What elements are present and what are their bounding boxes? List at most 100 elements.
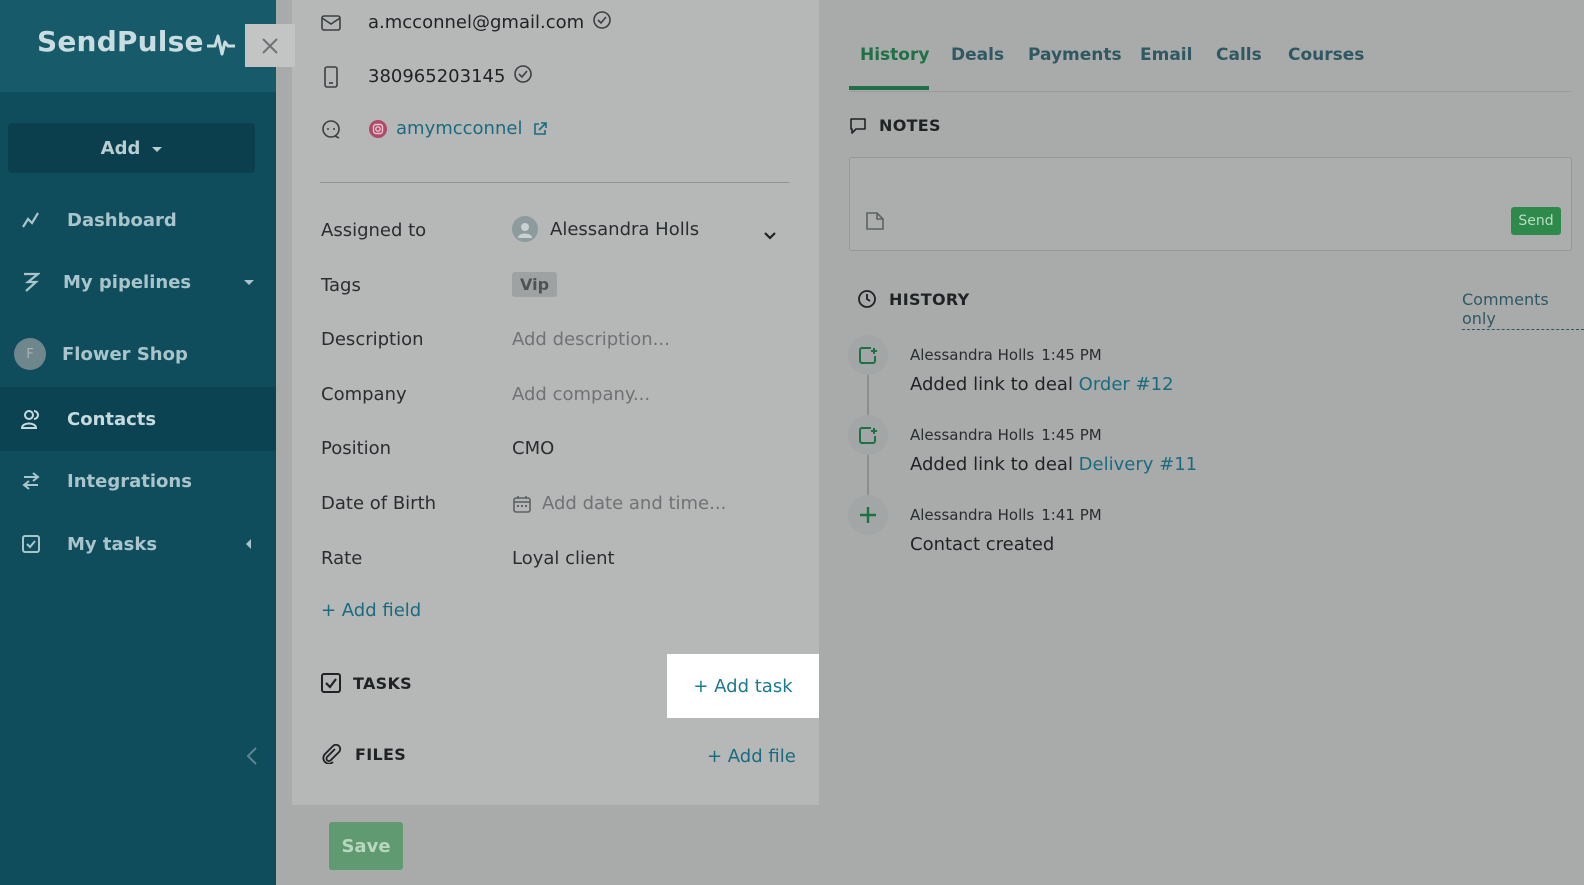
plus-icon [848, 495, 888, 535]
dob-placeholder: Add date and time... [542, 493, 727, 514]
notes-input[interactable]: Send [849, 157, 1572, 251]
tab-courses[interactable]: Courses [1288, 45, 1364, 65]
history-user: Alessandra Holls [910, 506, 1035, 524]
collapse-sidebar-icon[interactable] [246, 746, 258, 770]
contact-email[interactable]: a.mcconnel@gmail.com [368, 12, 584, 33]
checkbox-icon [20, 533, 42, 555]
position-label: Position [321, 438, 392, 459]
history-entry-text: Contact created [910, 534, 1054, 555]
verified-check-icon [513, 64, 533, 89]
sidebar-item-integrations[interactable]: Integrations [0, 449, 276, 513]
logo-text: SendPulse [37, 25, 204, 58]
sidebar-item-contacts[interactable]: Contacts [0, 387, 276, 451]
clock-icon [857, 289, 877, 309]
assigned-label: Assigned to [321, 220, 427, 241]
pulse-icon [206, 34, 235, 55]
avatar [512, 216, 538, 242]
chart-line-icon [20, 209, 42, 231]
history-entry-meta: Alessandra Holls 1:41 PM [910, 506, 1102, 524]
send-button[interactable]: Send [1511, 207, 1561, 235]
sidebar-item-label: Contacts [67, 408, 157, 430]
history-text: Added link to deal [910, 454, 1079, 475]
tasks-section-title: TASKS [321, 673, 412, 693]
tags-label: Tags [321, 275, 361, 296]
tasks-title: TASKS [353, 673, 412, 693]
contact-phone[interactable]: 380965203145 [368, 66, 505, 87]
sidebar-item-dashboard[interactable]: Dashboard [0, 188, 276, 252]
avatar: F [14, 338, 46, 370]
add-button-label: Add [100, 137, 141, 159]
deal-link[interactable]: Delivery #11 [1079, 454, 1197, 475]
description-field[interactable]: Add description... [512, 329, 670, 350]
add-task-button[interactable]: + Add task [667, 654, 819, 718]
dob-field[interactable]: Add date and time... [512, 493, 726, 514]
chat-icon [320, 119, 342, 139]
external-link-icon[interactable] [532, 121, 548, 137]
instagram-icon [368, 119, 388, 139]
history-text: Added link to deal [910, 374, 1079, 395]
instagram-link[interactable]: amymcconnel [396, 118, 522, 139]
caret-down-icon [152, 146, 163, 152]
sidebar-header: SendPulse [0, 0, 276, 92]
add-file-link[interactable]: + Add file [707, 746, 796, 767]
files-title: FILES [355, 744, 407, 764]
tags-value[interactable]: Vip [512, 272, 558, 297]
deal-link[interactable]: Order #12 [1079, 374, 1174, 395]
tab-payments[interactable]: Payments [1028, 45, 1122, 65]
assigned-select[interactable]: Alessandra Holls [512, 216, 699, 242]
sidebar: SendPulse Add Dashboard My pipelines F F… [0, 0, 276, 885]
history-entry-text: Added link to deal Order #12 [910, 374, 1174, 395]
arrows-swap-icon [20, 470, 42, 492]
phone-icon [320, 65, 342, 88]
sendpulse-logo[interactable]: SendPulse [37, 25, 236, 58]
assigned-user: Alessandra Holls [550, 218, 700, 240]
tab-calls[interactable]: Calls [1216, 45, 1262, 65]
close-icon [262, 37, 278, 54]
sidebar-item-label: Flower Shop [62, 343, 188, 365]
deal-link-icon [848, 415, 888, 455]
mail-icon [320, 14, 342, 31]
history-entry-text: Added link to deal Delivery #11 [910, 454, 1197, 475]
pipeline-icon [20, 271, 42, 293]
comment-icon [849, 117, 867, 135]
history-time: 1:41 PM [1041, 506, 1102, 524]
add-button[interactable]: Add [8, 123, 255, 173]
contacts-icon [20, 408, 42, 430]
add-field-link[interactable]: + Add field [321, 600, 421, 621]
chevron-down-icon[interactable] [762, 227, 778, 246]
history-user: Alessandra Holls [910, 426, 1035, 444]
company-label: Company [321, 384, 407, 405]
paperclip-icon [321, 744, 343, 764]
tag-chip[interactable]: Vip [512, 272, 558, 297]
rate-label: Rate [321, 548, 363, 569]
contact-messenger-row: amymcconnel [320, 118, 548, 139]
sidebar-item-my-tasks[interactable]: My tasks [0, 512, 276, 576]
history-user: Alessandra Holls [910, 346, 1035, 364]
section-divider [320, 182, 789, 183]
file-icon[interactable] [864, 210, 886, 236]
notes-title: NOTES [879, 116, 941, 135]
sidebar-item-my-pipelines[interactable]: My pipelines [0, 250, 276, 314]
sidebar-item-label: Integrations [67, 470, 192, 492]
notes-section-title: NOTES [849, 116, 941, 135]
history-section-title: HISTORY [857, 289, 970, 309]
verified-check-icon [592, 10, 612, 35]
sidebar-item-flower-shop[interactable]: F Flower Shop [0, 322, 276, 386]
close-button[interactable] [245, 24, 295, 67]
history-text: Contact created [910, 534, 1055, 555]
history-entry-meta: Alessandra Holls 1:45 PM [910, 346, 1102, 364]
contact-email-row: a.mcconnel@gmail.com [320, 10, 612, 35]
chevron-down-icon [244, 280, 254, 285]
tab-history[interactable]: History [860, 45, 929, 65]
contact-phone-row: 380965203145 [320, 64, 533, 89]
comments-only-filter[interactable]: Comments only [1462, 290, 1584, 330]
company-field[interactable]: Add company... [512, 384, 650, 405]
save-button[interactable]: Save [329, 822, 403, 870]
active-tab-indicator [849, 86, 929, 90]
rate-field[interactable]: Loyal client [512, 548, 615, 569]
sidebar-item-label: My pipelines [63, 271, 192, 293]
tab-deals[interactable]: Deals [951, 45, 1004, 65]
tab-email[interactable]: Email [1140, 45, 1192, 65]
dob-label: Date of Birth [321, 493, 437, 514]
position-field[interactable]: CMO [512, 438, 554, 459]
